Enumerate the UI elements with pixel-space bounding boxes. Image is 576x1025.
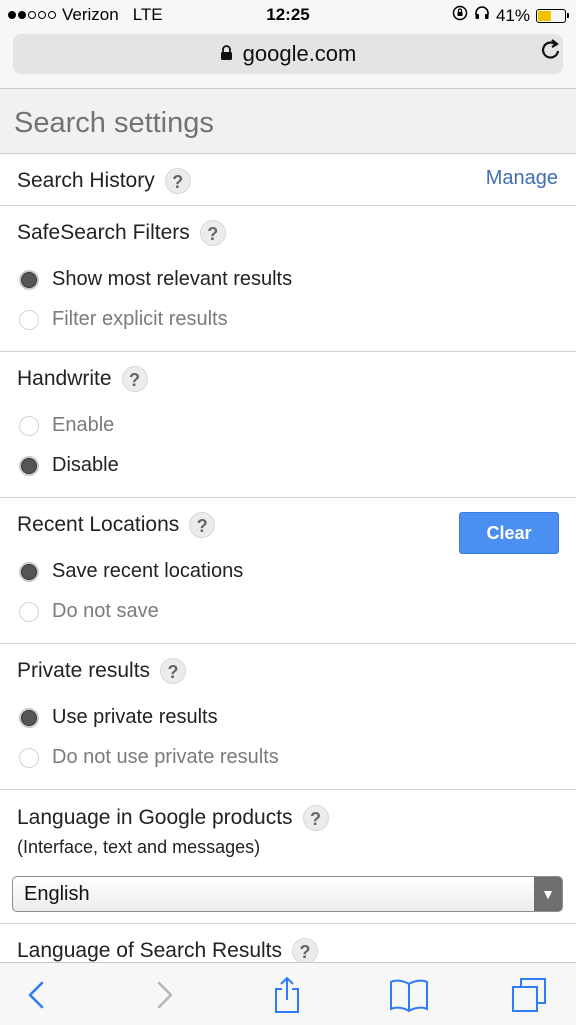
- language-results-section: Language of Search Results ?: [0, 924, 576, 962]
- battery-icon: [536, 8, 569, 23]
- radio-unchecked-icon[interactable]: [19, 747, 39, 768]
- radio-unchecked-icon[interactable]: [19, 309, 39, 330]
- recent-locations-section: Recent Locations ? Clear Save recent loc…: [0, 498, 576, 644]
- radio-unchecked-icon[interactable]: [19, 415, 39, 436]
- language-products-subtitle: (Interface, text and messages): [17, 837, 261, 857]
- bookmarks-icon[interactable]: [384, 973, 434, 1017]
- safesearch-section: SafeSearch Filters ? Show most relevant …: [0, 206, 576, 352]
- forward-icon[interactable]: [139, 973, 189, 1017]
- radio-checked-icon[interactable]: [19, 455, 39, 476]
- orientation-lock-icon: [452, 5, 468, 26]
- clear-button[interactable]: Clear: [459, 512, 559, 554]
- private-results-label: Private results: [17, 659, 151, 682]
- status-bar: Verizon LTE 12:25 41%: [0, 0, 576, 30]
- search-history-label: Search History: [17, 169, 155, 192]
- manage-link[interactable]: Manage: [486, 167, 558, 190]
- radio-option[interactable]: Do not use private results: [19, 746, 279, 769]
- handwrite-label: Handwrite: [17, 367, 112, 390]
- language-results-label: Language of Search Results: [17, 939, 283, 962]
- radio-option[interactable]: Enable: [19, 414, 114, 437]
- radio-label: Filter explicit results: [52, 308, 228, 330]
- language-results-title: Language of Search Results ?: [17, 938, 319, 962]
- help-icon[interactable]: ?: [302, 805, 329, 831]
- search-history-section: Search History ? Manage: [0, 154, 576, 206]
- safesearch-label: SafeSearch Filters: [17, 221, 190, 244]
- share-icon[interactable]: [262, 973, 312, 1017]
- recent-locations-title: Recent Locations ?: [17, 512, 216, 538]
- radio-label: Enable: [52, 414, 115, 436]
- url-text: google.com: [242, 41, 357, 66]
- help-icon[interactable]: ?: [121, 366, 148, 392]
- language-products-title: Language in Google products ?: [17, 805, 329, 831]
- page-title: Search settings: [14, 107, 214, 139]
- radio-checked-icon[interactable]: [19, 707, 39, 728]
- radio-label: Save recent locations: [52, 560, 244, 582]
- radio-unchecked-icon[interactable]: [19, 601, 39, 622]
- help-icon[interactable]: ?: [160, 658, 187, 684]
- radio-checked-icon[interactable]: [19, 269, 39, 290]
- radio-option[interactable]: Use private results: [19, 706, 218, 729]
- radio-checked-icon[interactable]: [19, 561, 39, 582]
- radio-option[interactable]: Save recent locations: [19, 560, 243, 583]
- url-field[interactable]: google.com: [13, 34, 563, 74]
- private-results-section: Private results ? Use private results Do…: [0, 644, 576, 790]
- reload-icon[interactable]: [540, 38, 562, 69]
- radio-option[interactable]: Disable: [19, 454, 119, 477]
- address-bar: google.com: [0, 30, 576, 89]
- help-icon[interactable]: ?: [189, 512, 216, 538]
- help-icon[interactable]: ?: [199, 220, 226, 246]
- radio-option[interactable]: Show most relevant results: [19, 268, 292, 291]
- language-select[interactable]: English ▼: [12, 876, 563, 912]
- radio-option[interactable]: Do not save: [19, 600, 159, 623]
- radio-label: Show most relevant results: [52, 268, 293, 290]
- radio-label: Use private results: [52, 706, 218, 728]
- recent-locations-label: Recent Locations: [17, 513, 180, 536]
- back-icon[interactable]: [12, 973, 62, 1017]
- headphones-icon: [474, 5, 490, 26]
- lock-icon: [220, 41, 233, 67]
- help-icon[interactable]: ?: [164, 168, 191, 194]
- safesearch-title: SafeSearch Filters ?: [17, 220, 226, 246]
- radio-label: Disable: [52, 454, 119, 476]
- handwrite-section: Handwrite ? Enable Disable: [0, 352, 576, 498]
- help-icon[interactable]: ?: [292, 938, 319, 962]
- dropdown-arrow-icon[interactable]: ▼: [534, 877, 562, 911]
- tabs-icon[interactable]: [504, 973, 554, 1017]
- battery-percent: 41%: [495, 5, 530, 25]
- page-header: Search settings: [0, 89, 576, 154]
- language-select-value: English: [24, 883, 90, 905]
- language-products-label: Language in Google products: [17, 806, 293, 829]
- private-results-title: Private results ?: [17, 658, 187, 684]
- status-icons: 41%: [452, 5, 569, 26]
- language-products-section: Language in Google products ? (Interface…: [0, 790, 576, 924]
- browser-toolbar: [0, 962, 576, 1025]
- handwrite-title: Handwrite ?: [17, 366, 148, 392]
- radio-option[interactable]: Filter explicit results: [19, 308, 228, 331]
- search-history-title: Search History ?: [17, 168, 191, 194]
- radio-label: Do not save: [52, 600, 159, 622]
- radio-label: Do not use private results: [52, 746, 279, 768]
